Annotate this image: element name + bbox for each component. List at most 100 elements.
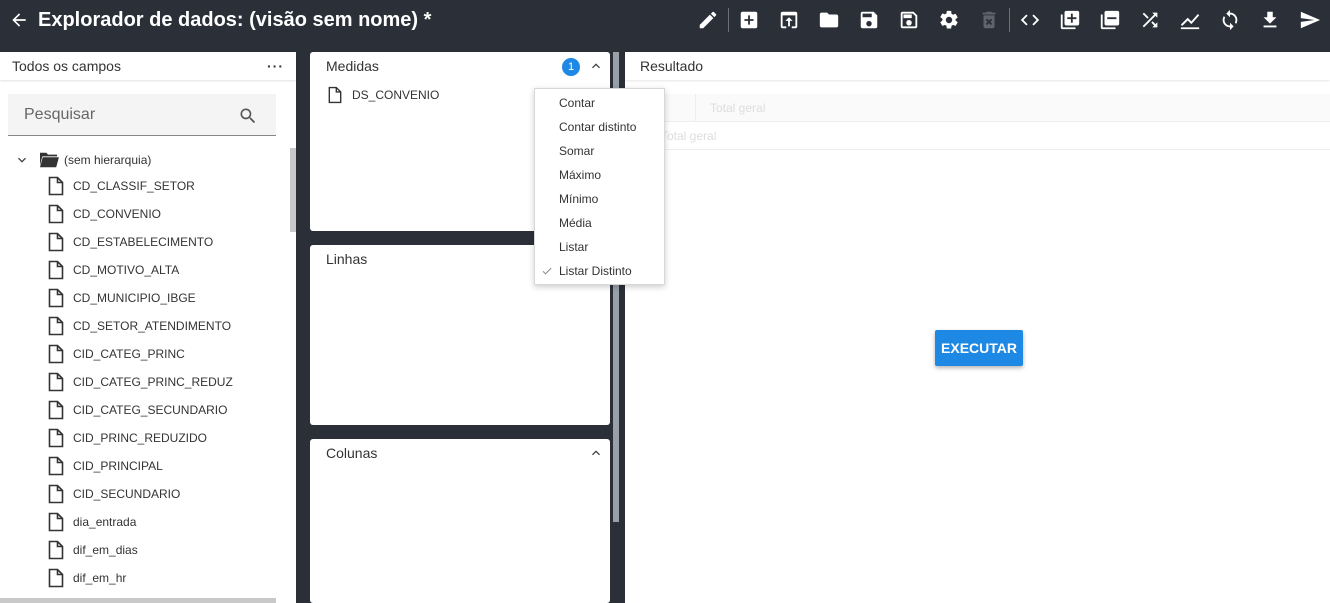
menu-item[interactable]: Listar: [535, 235, 664, 259]
arrow-left-icon: [12, 13, 26, 27]
file-icon: [48, 484, 64, 504]
measure-item[interactable]: DS_CONVENIO: [328, 86, 439, 104]
field-item-label: dif_em_hr: [73, 571, 127, 585]
menu-item[interactable]: Mínimo: [535, 187, 664, 211]
result-header-row: Total geral: [635, 94, 1330, 122]
new-button[interactable]: [729, 0, 769, 40]
shuffle-button[interactable]: [1130, 0, 1170, 40]
field-item[interactable]: CID_CATEG_SECUNDARIO: [0, 396, 290, 424]
result-title: Resultado: [625, 52, 1330, 80]
vertical-scrollbar[interactable]: [290, 148, 296, 232]
file-icon: [48, 288, 64, 308]
send-button[interactable]: [1290, 0, 1330, 40]
field-item[interactable]: CID_CATEG_PRINC_REDUZ: [0, 368, 290, 396]
field-item[interactable]: CD_ESTABELECIMENTO: [0, 228, 290, 256]
download-button[interactable]: [1250, 0, 1290, 40]
field-item[interactable]: CID_PRINCIPAL: [0, 452, 290, 480]
pencil-icon: [699, 11, 717, 29]
field-item-label: CD_CONVENIO: [73, 207, 162, 221]
file-icon: [48, 540, 64, 560]
folder-icon: [819, 12, 839, 28]
folder-button[interactable]: [809, 0, 849, 40]
field-item-label: CID_PRINCIPAL: [73, 459, 163, 473]
field-item[interactable]: CD_CONVENIO: [0, 200, 290, 228]
field-item-label: CD_MUNICIPIO_IBGE: [73, 291, 196, 305]
file-icon: [48, 400, 64, 420]
field-item-label: CID_PRINC_REDUZIDO: [73, 431, 208, 445]
field-item-label: CID_SECUNDARIO: [73, 487, 181, 501]
file-icon: [48, 456, 64, 476]
duplicate-button[interactable]: [1050, 0, 1090, 40]
chart-icon: [1180, 14, 1200, 30]
menu-item[interactable]: Média: [535, 211, 664, 235]
aggregation-menu: Contar Contar distinto Somar Máximo Mínimo Mé…: [534, 88, 665, 285]
tree-root-no-hierarchy[interactable]: (sem hierarquia): [0, 148, 290, 172]
field-item[interactable]: CID_PRINC_REDUZIDO: [0, 424, 290, 452]
page-title: Explorador de dados: (visão sem nome) *: [38, 8, 432, 31]
settings-button[interactable]: [929, 0, 969, 40]
file-icon: [48, 260, 64, 280]
more-options-button[interactable]: ···: [267, 59, 284, 73]
menu-item[interactable]: Listar Distinto: [535, 259, 664, 283]
field-item[interactable]: CID_CATEG_PRINC: [0, 340, 290, 368]
field-item-label: CD_ESTABELECIMENTO: [73, 235, 214, 249]
fields-panel-title: Todos os campos: [12, 58, 121, 74]
file-icon: [48, 204, 64, 224]
field-item[interactable]: CD_SETOR_ATENDIMENTO: [0, 312, 290, 340]
field-item[interactable]: CD_CLASSIF_SETOR: [0, 172, 290, 200]
menu-item-label: Listar Distinto: [559, 264, 632, 278]
open-button[interactable]: [769, 0, 809, 40]
menu-item[interactable]: Máximo: [535, 163, 664, 187]
add-box-icon: [740, 11, 758, 29]
save-as-button[interactable]: [889, 0, 929, 40]
horizontal-scrollbar[interactable]: [0, 598, 276, 603]
field-item-label: CD_CLASSIF_SETOR: [73, 179, 195, 193]
duplicate-icon: [1060, 10, 1080, 30]
fields-tree: (sem hierarquia) CD_CLASSIF_SETOR CD_CONV…: [0, 148, 290, 592]
save-button[interactable]: [849, 0, 889, 40]
shuffle-icon: [1142, 12, 1158, 28]
back-button[interactable]: [2, 0, 36, 40]
copy-icon: [1100, 10, 1120, 30]
field-item-label: CID_CATEG_PRINC_REDUZ: [73, 375, 233, 389]
file-icon: [48, 316, 64, 336]
refresh-icon: [1222, 9, 1238, 31]
chevron-up-icon[interactable]: [588, 445, 604, 461]
measures-title: Medidas: [326, 58, 379, 74]
delete-button[interactable]: [969, 0, 1009, 40]
menu-item[interactable]: Contar distinto: [535, 115, 664, 139]
chevron-down-icon[interactable]: [14, 152, 30, 168]
execute-button[interactable]: EXECUTAR: [935, 330, 1023, 366]
field-item[interactable]: CD_MUNICIPIO_IBGE: [0, 284, 290, 312]
file-icon: [48, 568, 64, 588]
delete-icon: [982, 11, 996, 29]
chevron-up-icon[interactable]: [588, 58, 604, 74]
menu-item[interactable]: Contar: [535, 91, 664, 115]
field-item[interactable]: dif_em_dias: [0, 536, 290, 564]
toolbar: [688, 0, 1330, 40]
edit-button[interactable]: [688, 0, 728, 40]
refresh-button[interactable]: [1210, 0, 1250, 40]
menu-item-label: Média: [559, 216, 592, 230]
field-item-label: CD_MOTIVO_ALTA: [73, 263, 180, 277]
tree-root-label: (sem hierarquia): [64, 153, 152, 167]
copy-button[interactable]: [1090, 0, 1130, 40]
file-icon: [48, 176, 64, 196]
menu-item[interactable]: Somar: [535, 139, 664, 163]
search-input[interactable]: [8, 105, 228, 124]
menu-item-label: Contar distinto: [559, 120, 637, 134]
code-icon: [1020, 14, 1040, 26]
code-button[interactable]: [1010, 0, 1050, 40]
download-icon: [1263, 11, 1277, 28]
field-item[interactable]: CD_MOTIVO_ALTA: [0, 256, 290, 284]
total-row-label: Total geral: [661, 129, 717, 143]
field-item[interactable]: dif_em_hr: [0, 564, 290, 592]
search-icon[interactable]: [238, 106, 258, 126]
fields-panel: Todos os campos ··· (sem hierarquia) CD_…: [0, 52, 296, 603]
field-item[interactable]: dia_entrada: [0, 508, 290, 536]
check-icon: [542, 267, 552, 275]
chart-button[interactable]: [1170, 0, 1210, 40]
field-item[interactable]: CID_SECUNDARIO: [0, 480, 290, 508]
field-item-label: CD_SETOR_ATENDIMENTO: [73, 319, 232, 333]
file-icon: [328, 86, 342, 104]
